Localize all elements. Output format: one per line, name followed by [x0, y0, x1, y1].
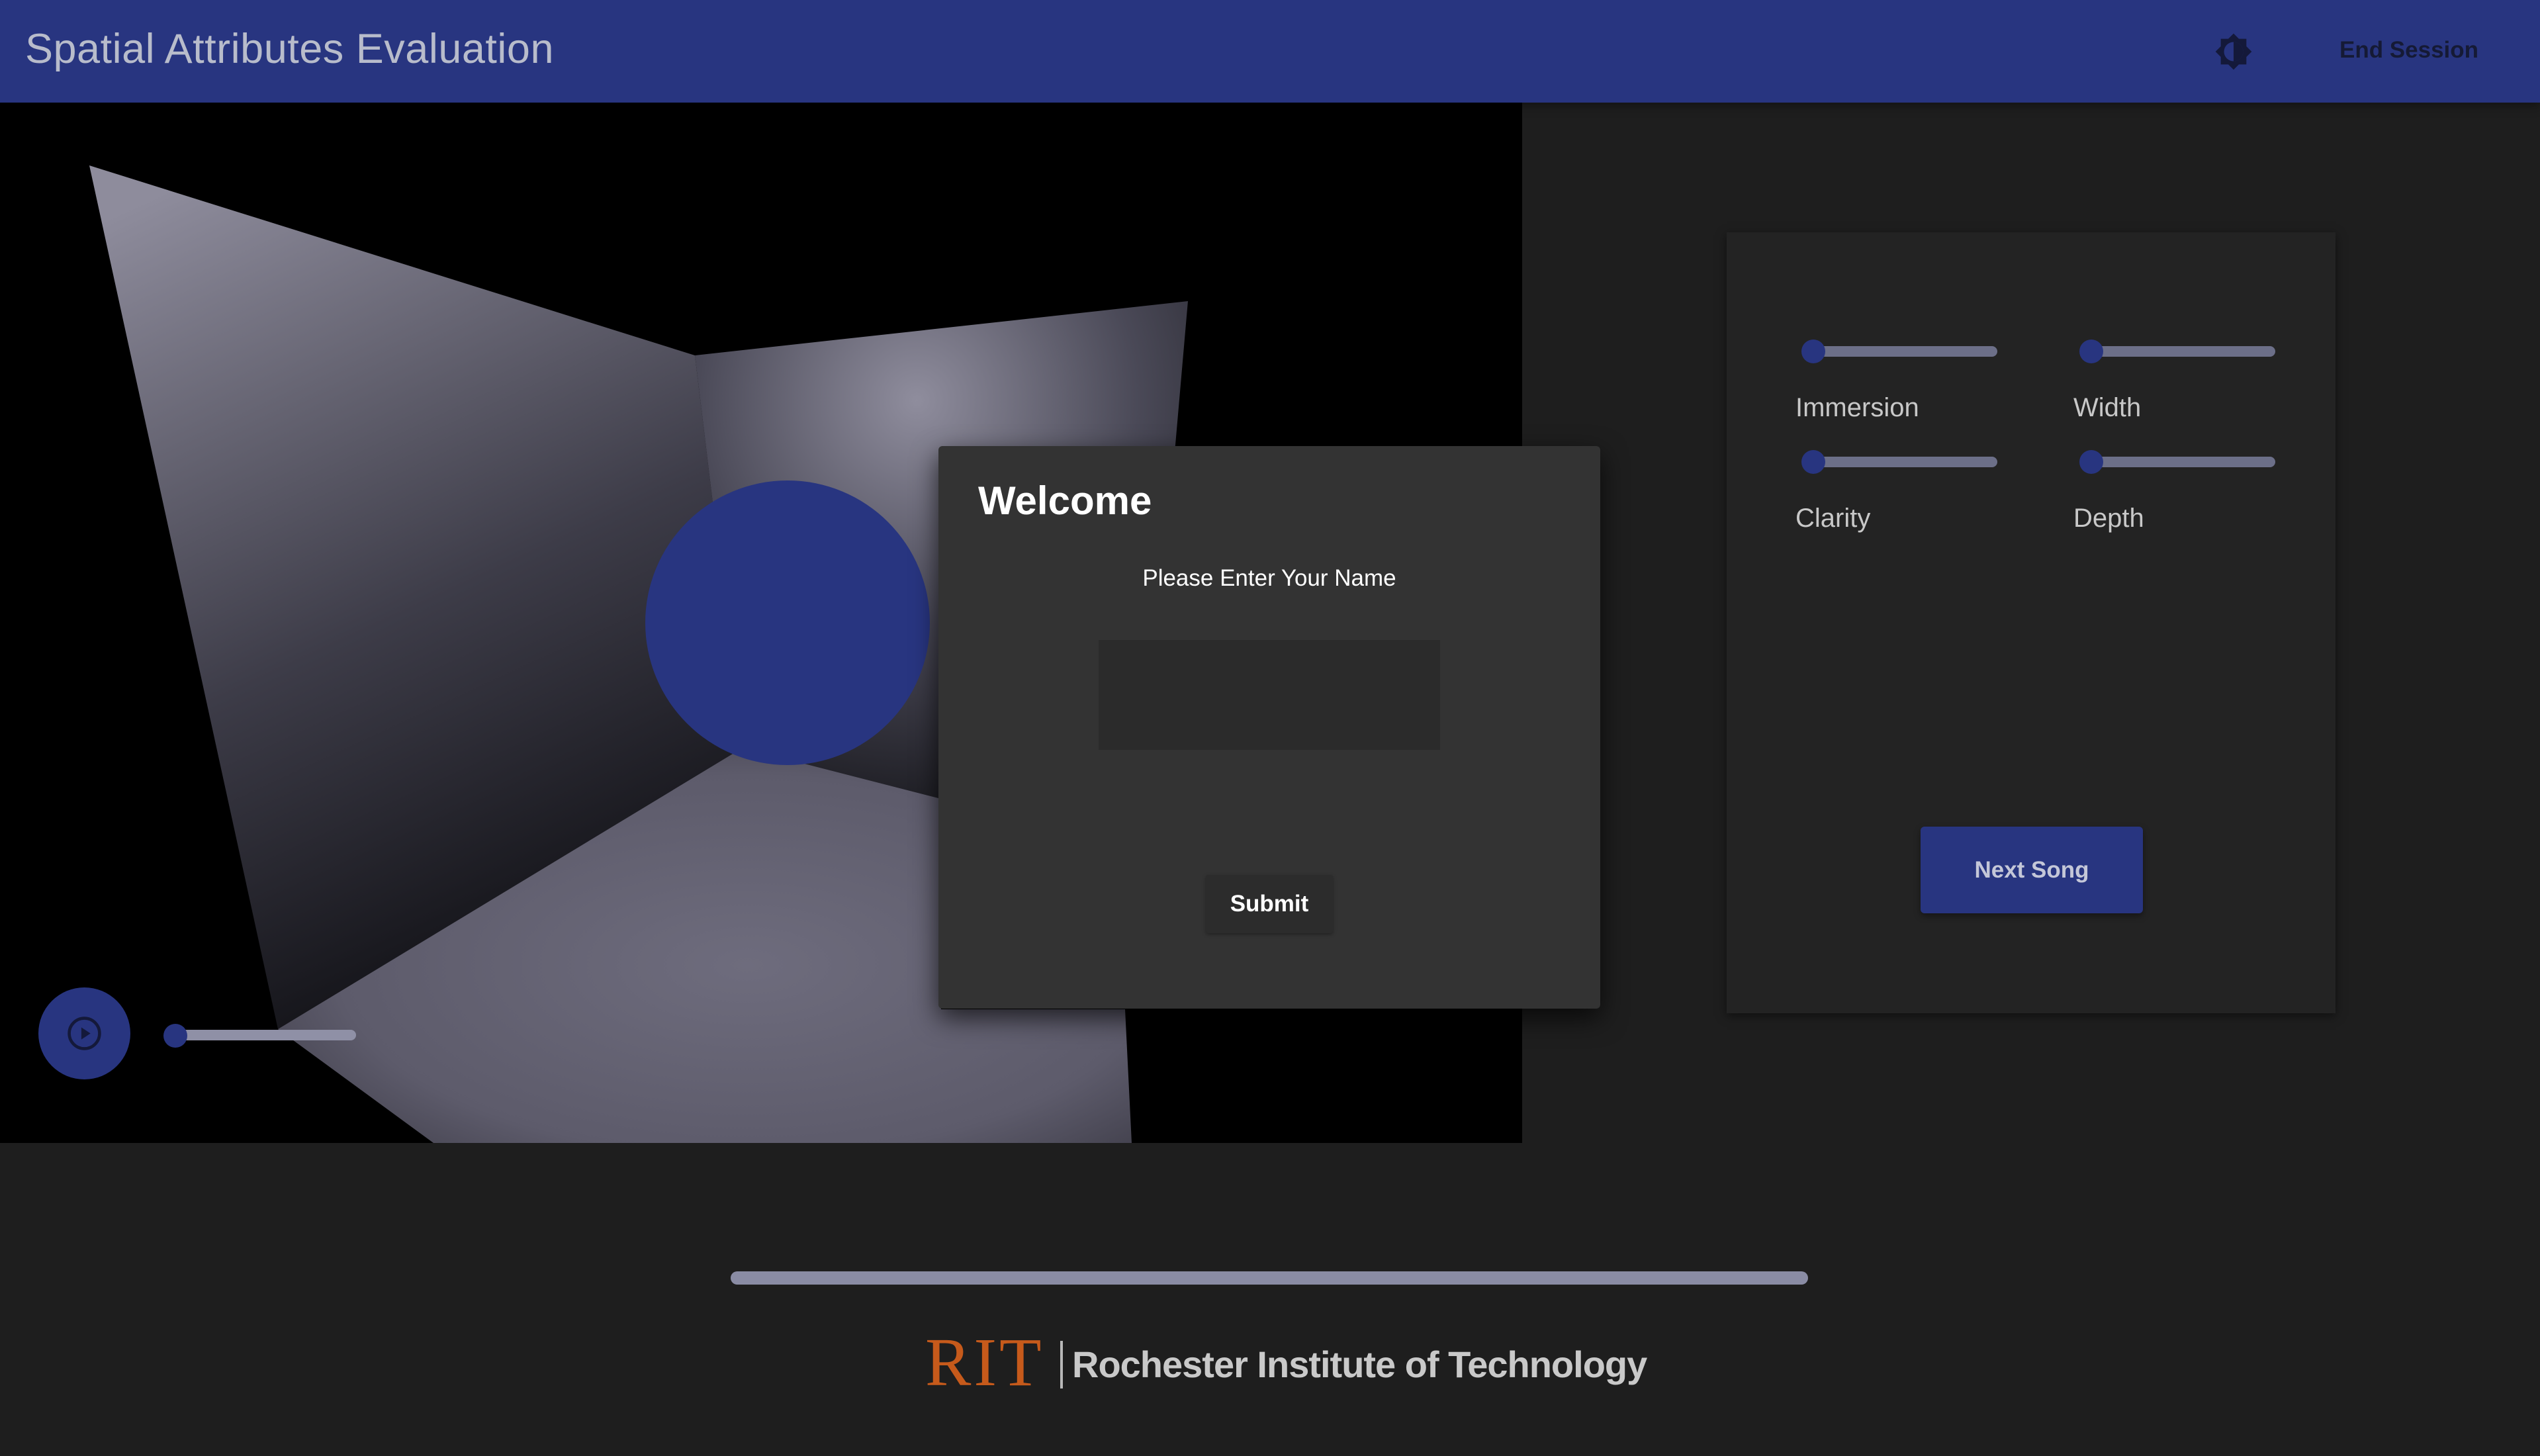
immersion-slider[interactable]: [1801, 337, 1997, 366]
width-label: Width: [2073, 393, 2142, 422]
app-title: Spatial Attributes Evaluation: [25, 26, 554, 72]
play-circle-icon: [68, 1017, 101, 1050]
end-session-button[interactable]: End Session: [2303, 24, 2515, 77]
clarity-slider[interactable]: [1801, 447, 1997, 477]
slider-thumb[interactable]: [2079, 340, 2103, 363]
immersion-label: Immersion: [1795, 393, 1919, 422]
depth-label: Depth: [2073, 504, 2144, 533]
slider-track: [2091, 346, 2275, 357]
slider-thumb[interactable]: [1801, 340, 1825, 363]
submit-button[interactable]: Submit: [1206, 875, 1333, 933]
slider-thumb[interactable]: [2079, 450, 2103, 474]
slider-thumb[interactable]: [1801, 450, 1825, 474]
next-song-button[interactable]: Next Song: [1921, 827, 2143, 913]
song-progress-bar: [731, 1271, 1808, 1285]
app-bar: Spatial Attributes Evaluation End Sessio…: [0, 0, 2540, 103]
logo-divider: [1060, 1341, 1063, 1388]
slider-track: [1813, 457, 1997, 467]
play-button[interactable]: [38, 987, 130, 1079]
slider-track: [2091, 457, 2275, 467]
welcome-dialog: Welcome Please Enter Your Name Submit: [938, 446, 1600, 1009]
dialog-title: Welcome: [978, 478, 1152, 523]
slider-track: [1813, 346, 1997, 357]
depth-slider[interactable]: [2079, 447, 2275, 477]
clarity-label: Clarity: [1795, 504, 1871, 533]
playback-progress-thumb[interactable]: [163, 1024, 187, 1048]
theme-toggle-button[interactable]: [2214, 32, 2253, 71]
name-prompt: Please Enter Your Name: [1142, 565, 1396, 591]
listener-sphere: [645, 480, 930, 765]
rit-logo: RIT Rochester Institute of Technology: [925, 1324, 1647, 1400]
rit-logo-letters: RIT: [925, 1324, 1044, 1400]
playback-progress-track[interactable]: [175, 1030, 356, 1040]
institution-name: Rochester Institute of Technology: [1072, 1343, 1647, 1385]
name-input[interactable]: [1099, 640, 1440, 750]
width-slider[interactable]: [2079, 337, 2275, 366]
brightness-icon: [2215, 33, 2252, 70]
